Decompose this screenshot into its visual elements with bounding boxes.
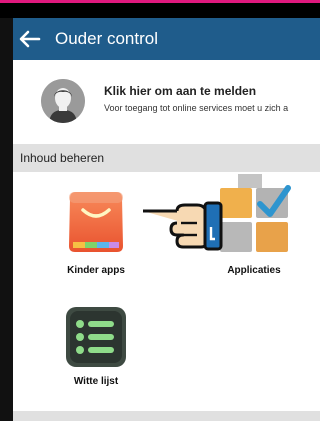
- tile-label: Witte lijst: [73, 376, 119, 387]
- avatar-icon: [41, 79, 85, 123]
- frame-top: [0, 0, 320, 18]
- app-bar: Ouder control: [13, 18, 320, 60]
- login-row[interactable]: Klik hier om aan te melden Voor toegang …: [13, 60, 320, 144]
- pointing-hand-icon: [143, 201, 223, 251]
- login-subtitle: Voor toegang tot online services moet u …: [104, 103, 289, 113]
- device-frame: Ouder control Klik hier om aan te melden…: [0, 0, 320, 421]
- tile-witte-lijst[interactable]: Witte lijst: [41, 305, 151, 387]
- section-title: Inhoud beheren: [20, 151, 105, 165]
- tile-kinder-apps[interactable]: Kinder apps: [41, 188, 151, 276]
- section-header-next: [13, 411, 320, 421]
- back-arrow-icon[interactable]: [19, 28, 41, 50]
- tile-label: Kinder apps: [67, 265, 125, 276]
- screen: Ouder control Klik hier om aan te melden…: [13, 18, 320, 421]
- shopping-bag-icon: [69, 192, 123, 252]
- login-title: Klik hier om aan te melden: [104, 84, 257, 98]
- section-header-manage: Inhoud beheren: [13, 144, 320, 172]
- tile-label: Applicaties: [227, 265, 281, 276]
- page-title: Ouder control: [55, 29, 158, 48]
- whitelist-icon: [66, 307, 126, 367]
